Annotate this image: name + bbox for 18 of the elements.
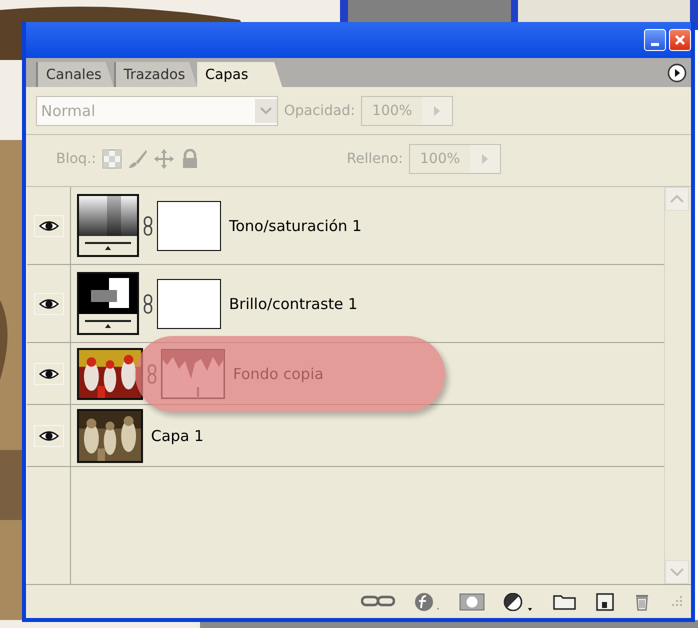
panel-menu-button[interactable] [667, 63, 687, 83]
fx-icon[interactable] [413, 592, 441, 610]
close-button[interactable] [669, 29, 691, 51]
resize-grip-icon[interactable] [669, 594, 683, 608]
scrollbar[interactable] [664, 187, 691, 584]
new-layer-icon[interactable] [595, 592, 615, 610]
mask-icon[interactable] [459, 592, 485, 610]
chevron-down-icon [670, 568, 684, 576]
arrow-right-icon [433, 104, 442, 116]
fill-label: Relleno: [346, 150, 403, 166]
chevron-up-icon [670, 195, 684, 203]
arrow-right-icon [481, 152, 489, 164]
trash-icon[interactable] [633, 592, 651, 610]
close-icon [674, 34, 686, 46]
folder-icon[interactable] [553, 592, 577, 610]
circle-half-icon[interactable] [503, 592, 535, 610]
minimize-icon [651, 42, 659, 46]
minimize-button[interactable] [644, 29, 666, 51]
